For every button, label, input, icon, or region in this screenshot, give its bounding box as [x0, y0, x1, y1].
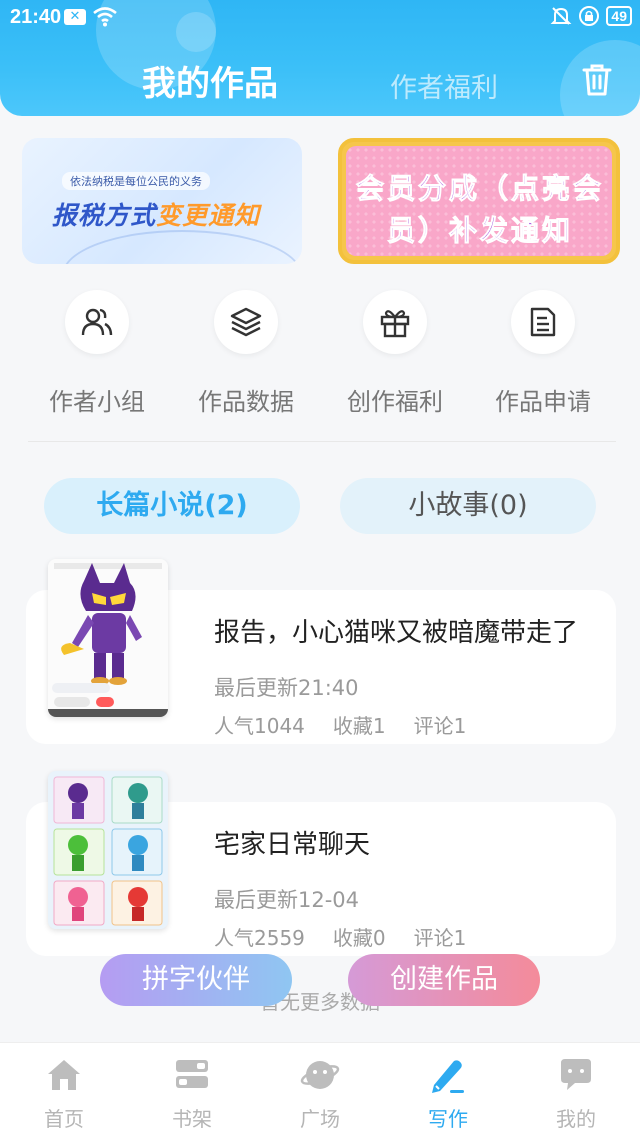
- nav-plaza[interactable]: 广场: [270, 1053, 370, 1132]
- work-favorites: 收藏1: [332, 714, 386, 738]
- quick-action-label: 作者小组: [49, 388, 145, 416]
- home-icon: [14, 1053, 114, 1097]
- status-bar: 21:40 ✕ 49: [0, 0, 640, 34]
- vip-notice-banner[interactable]: 会员分成（点亮会员）补发通知: [338, 138, 620, 264]
- work-title[interactable]: 报告，小心猫咪又被暗魔带走了: [214, 612, 578, 649]
- quick-action-label: 作品申请: [495, 388, 591, 416]
- nav-bookshelf[interactable]: 书架: [142, 1053, 242, 1132]
- tax-banner-subtitle: 依法纳税是每位公民的义务: [62, 172, 210, 190]
- decor-arc: [62, 230, 302, 264]
- header: 21:40 ✕ 49 我的作品 作者福利: [0, 0, 640, 116]
- trash-icon[interactable]: [580, 62, 614, 98]
- bottom-nav: 首页 书架 广场 写作 我的: [0, 1042, 640, 1138]
- gift-icon: [363, 290, 427, 354]
- nav-label: 我的: [556, 1107, 596, 1131]
- lock-rotation-icon: [579, 6, 600, 26]
- nav-label: 写作: [428, 1107, 468, 1131]
- chat-bubble-icon: [526, 1053, 626, 1097]
- nav-label: 书架: [172, 1107, 212, 1131]
- nav-write[interactable]: 写作: [398, 1053, 498, 1132]
- quick-action-work-application[interactable]: 作品申请: [468, 290, 618, 417]
- vip-banner-title: 会员分成（点亮会员）补发通知: [355, 172, 604, 248]
- document-icon: [511, 290, 575, 354]
- quick-action-work-data[interactable]: 作品数据: [171, 290, 321, 417]
- work-last-updated: 最后更新12-04: [214, 888, 360, 912]
- group-icon: [65, 290, 129, 354]
- work-cover-image[interactable]: [48, 559, 168, 717]
- notification-x-icon: ✕: [64, 9, 86, 25]
- tab-short-stories[interactable]: 小故事(0): [340, 478, 596, 534]
- tax-banner-title-part2: 变更通知: [156, 201, 261, 230]
- work-popularity: 人气1044: [214, 714, 305, 738]
- work-stats: 人气1044 收藏1 评论1: [214, 710, 466, 739]
- nav-label: 广场: [300, 1107, 340, 1131]
- status-right: 49: [550, 5, 632, 27]
- nav-mine[interactable]: 我的: [526, 1053, 626, 1132]
- word-partner-button[interactable]: 拼字伙伴: [100, 954, 292, 1006]
- pen-icon: [398, 1053, 498, 1097]
- tab-author-welfare[interactable]: 作者福利: [390, 66, 498, 105]
- status-time: 21:40: [10, 6, 62, 28]
- wifi-icon: [92, 4, 118, 33]
- work-favorites: 收藏0: [332, 926, 386, 950]
- work-last-updated: 最后更新21:40: [214, 676, 359, 700]
- layers-icon: [214, 290, 278, 354]
- section-divider: [28, 441, 616, 442]
- work-title[interactable]: 宅家日常聊天: [214, 824, 370, 861]
- quick-action-creation-welfare[interactable]: 创作福利: [320, 290, 470, 417]
- planet-icon: [270, 1053, 370, 1097]
- quick-action-label: 创作福利: [347, 388, 443, 416]
- tab-long-novels[interactable]: 长篇小说(2): [44, 478, 300, 534]
- quick-action-author-group[interactable]: 作者小组: [22, 290, 172, 417]
- work-cover-image[interactable]: [48, 771, 168, 929]
- no-more-data-hint: 暂无更多数据: [260, 990, 380, 1014]
- quick-action-label: 作品数据: [198, 388, 294, 416]
- work-popularity: 人气2559: [214, 926, 305, 950]
- mute-bell-icon: [551, 7, 572, 25]
- work-stats: 人气2559 收藏0 评论1: [214, 922, 466, 951]
- tax-banner-title-part1: 报税方式: [52, 201, 157, 230]
- work-comments: 评论1: [413, 926, 467, 950]
- bookshelf-icon: [142, 1053, 242, 1097]
- nav-label: 首页: [44, 1107, 84, 1131]
- tab-my-works[interactable]: 我的作品: [142, 56, 278, 105]
- nav-home[interactable]: 首页: [14, 1053, 114, 1132]
- work-comments: 评论1: [413, 714, 467, 738]
- tax-banner-title: 报税方式变更通知: [52, 196, 260, 232]
- create-work-button[interactable]: 创建作品: [348, 954, 540, 1006]
- tax-notice-banner[interactable]: 依法纳税是每位公民的义务 报税方式变更通知: [22, 138, 302, 264]
- battery-indicator: 49: [606, 6, 632, 26]
